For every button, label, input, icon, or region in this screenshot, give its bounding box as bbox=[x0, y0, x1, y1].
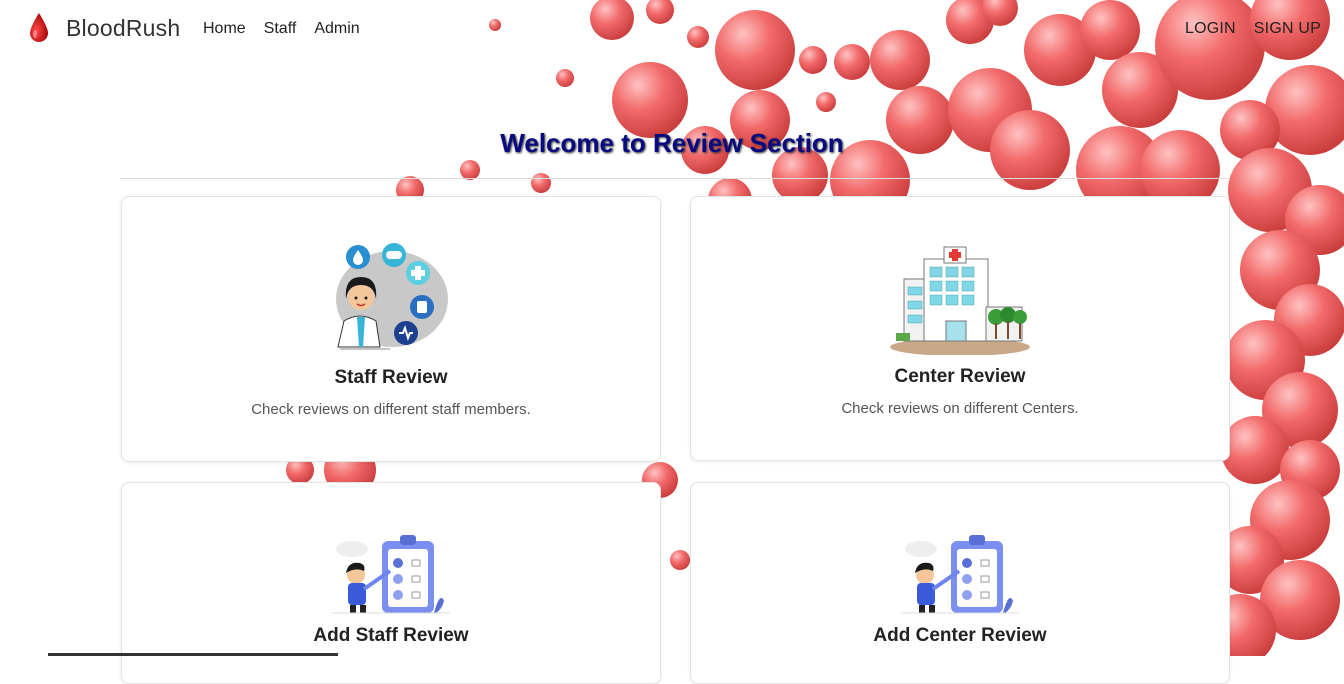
blood-cell bbox=[1221, 416, 1289, 484]
nav-links: Home Staff Admin bbox=[203, 20, 360, 38]
staff-review-card[interactable]: Staff Review Check reviews on different … bbox=[121, 196, 661, 462]
doctor-illustration-icon bbox=[336, 243, 448, 350]
blood-cell bbox=[612, 62, 688, 138]
card-title: Staff Review bbox=[334, 367, 448, 388]
login-link[interactable]: LOGIN bbox=[1185, 20, 1236, 38]
blood-cell bbox=[670, 550, 690, 570]
blood-drop-icon bbox=[30, 13, 48, 42]
auth-links: LOGIN SIGN UP bbox=[1185, 20, 1321, 38]
nav-home-link[interactable]: Home bbox=[203, 20, 246, 38]
brand-name: BloodRush bbox=[66, 14, 181, 41]
nav-staff-link[interactable]: Staff bbox=[264, 20, 297, 38]
nav-admin-link[interactable]: Admin bbox=[314, 20, 359, 38]
page-title: Welcome to Review Section bbox=[500, 128, 844, 158]
card-description: Check reviews on different Centers. bbox=[841, 400, 1079, 417]
blood-cell bbox=[460, 160, 480, 180]
blood-cell bbox=[816, 92, 836, 112]
card-title: Center Review bbox=[894, 366, 1026, 387]
feedback-clipboard-illustration-icon bbox=[901, 535, 1019, 614]
blood-cell bbox=[556, 69, 574, 87]
feedback-clipboard-illustration-icon bbox=[332, 535, 450, 614]
add-center-review-card[interactable]: Add Center Review bbox=[690, 482, 1230, 684]
brand[interactable]: BloodRush bbox=[28, 12, 180, 44]
divider bbox=[120, 178, 1230, 179]
center-review-card[interactable]: Center Review Check reviews on different… bbox=[690, 196, 1230, 461]
card-description: Check reviews on different staff members… bbox=[251, 401, 531, 418]
signup-link[interactable]: SIGN UP bbox=[1254, 20, 1321, 38]
navbar: BloodRush Home Staff Admin LOGIN SIGN UP bbox=[0, 0, 1344, 60]
blood-cell bbox=[531, 173, 551, 193]
card-title: Add Staff Review bbox=[313, 625, 469, 646]
hospital-illustration-icon bbox=[890, 246, 1030, 355]
card-title: Add Center Review bbox=[873, 625, 1047, 646]
